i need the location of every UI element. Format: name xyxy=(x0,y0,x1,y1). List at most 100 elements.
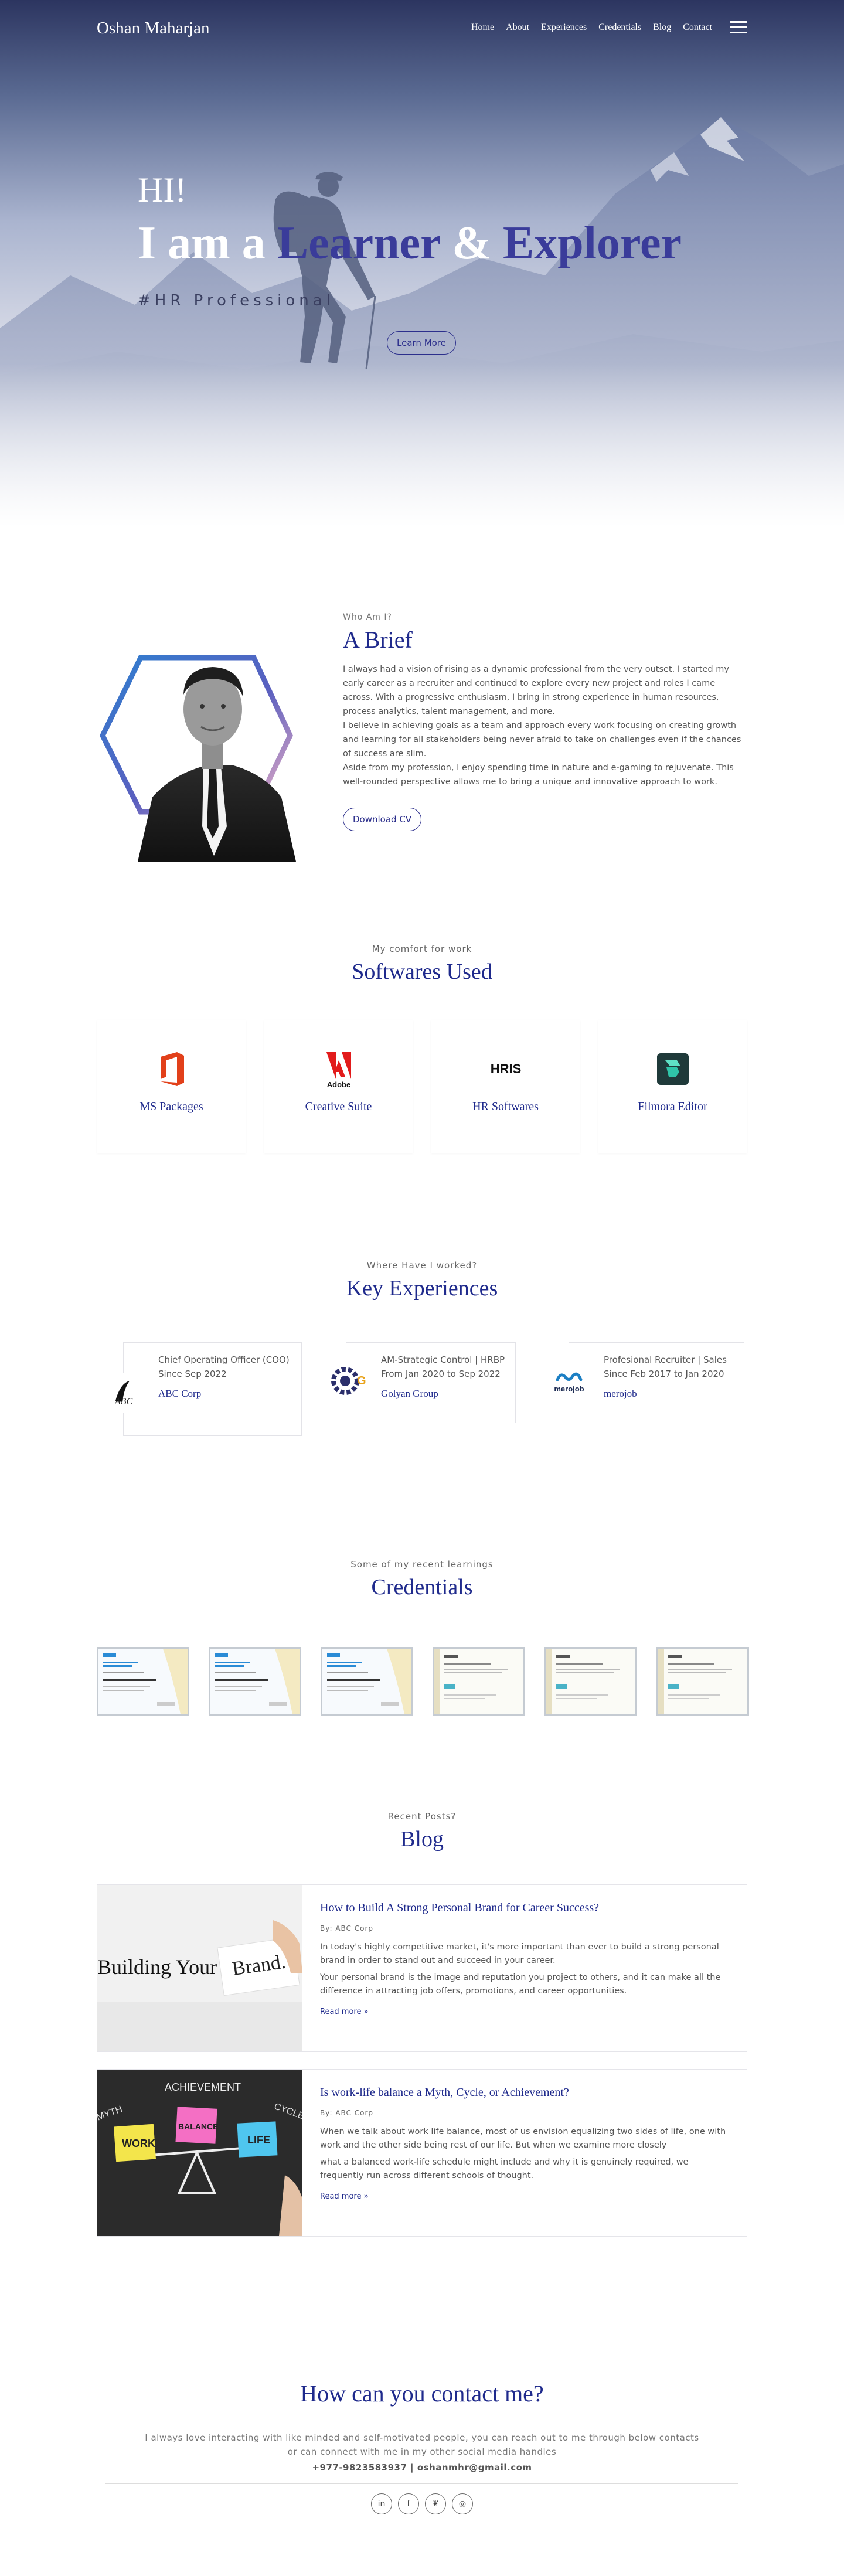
experience-period: Since Feb 2017 to Jan 2020 xyxy=(604,1369,724,1379)
software-label: MS Packages xyxy=(139,1100,203,1113)
nav-link-contact[interactable]: Contact xyxy=(683,22,712,33)
experience-company[interactable]: ABC Corp xyxy=(158,1387,293,1401)
linkedin-icon[interactable]: in xyxy=(371,2493,392,2514)
about-paragraph-2: I believe in achieving goals as a team a… xyxy=(343,721,741,758)
credentials-gallery xyxy=(97,1647,749,1716)
about-paragraph-3: Aside from my profession, I enjoy spendi… xyxy=(343,763,734,787)
experience-eyebrow: Where Have I worked? xyxy=(366,1260,478,1271)
software-section: My comfort for work Softwares Used MS Pa… xyxy=(0,914,844,1231)
credentials-section: Some of my recent learnings Credentials xyxy=(0,1530,844,1788)
blog-image-text-work: WORK xyxy=(122,2138,155,2149)
blog-post-body: Is work-life balance a Myth, Cycle, or A… xyxy=(320,2086,730,2201)
about-text: I always had a vision of rising as a dyn… xyxy=(343,662,741,789)
twitter-icon[interactable]: ❦ xyxy=(425,2493,446,2514)
experience-company[interactable]: merojob xyxy=(604,1387,738,1401)
experience-list: ABC Chief Operating Officer (COO) Since … xyxy=(97,1342,747,1459)
blog-post-excerpt-2: Your personal brand is the image and rep… xyxy=(320,1973,721,1996)
adobe-icon: Adobe xyxy=(326,1052,351,1089)
ms-office-icon xyxy=(160,1052,184,1086)
nav-link-experiences[interactable]: Experiences xyxy=(541,22,587,33)
contact-title: How can you contact me? xyxy=(300,2380,544,2407)
hero-tagline-prefix: I am a xyxy=(138,217,266,269)
certificate-thumbnail-5[interactable] xyxy=(544,1647,637,1716)
nav-link-credentials[interactable]: Credentials xyxy=(598,22,641,33)
facebook-icon[interactable]: f xyxy=(398,2493,419,2514)
brand-name[interactable]: Oshan Maharjan xyxy=(97,19,209,38)
blog-post-card: ACHIEVEMENT MYTH CYCLE WORK BALANCE LIFE… xyxy=(97,2069,747,2237)
software-card-hr-softwares[interactable]: HRIS HR Softwares xyxy=(431,1020,580,1153)
nav-link-about[interactable]: About xyxy=(506,22,529,33)
blog-post-author: By: ABC Corp xyxy=(320,1924,374,1932)
hris-logo-text: HRIS xyxy=(490,1061,521,1076)
software-label: Creative Suite xyxy=(305,1100,372,1113)
hamburger-icon[interactable] xyxy=(730,21,747,34)
nav-link-blog[interactable]: Blog xyxy=(653,22,671,33)
experience-period: From Jan 2020 to Sep 2022 xyxy=(381,1369,501,1379)
blog-post-image[interactable]: Brand. Building Your xyxy=(97,1885,302,2051)
experience-details: Profesional Recruiter | Sales Since Feb … xyxy=(604,1353,738,1401)
learn-more-button[interactable]: Learn More xyxy=(387,331,456,355)
blog-post-body: How to Build A Strong Personal Brand for… xyxy=(320,1901,730,2016)
merojob-logo-icon: merojob xyxy=(554,1372,584,1393)
contact-message-line-2: or can connect with me in my other socia… xyxy=(287,2446,557,2457)
blog-post-excerpt-1: In today's highly competitive market, it… xyxy=(320,1942,719,1965)
certificate-thumbnail-1[interactable] xyxy=(97,1647,189,1716)
blog-eyebrow: Recent Posts? xyxy=(387,1811,457,1822)
software-label: HR Softwares xyxy=(472,1100,539,1113)
certificate-thumbnail-4[interactable] xyxy=(433,1647,525,1716)
certificate-thumbnail-6[interactable] xyxy=(656,1647,749,1716)
adobe-logo-text: Adobe xyxy=(326,1080,350,1089)
contact-section: How can you contact me? I always love in… xyxy=(0,2318,844,2576)
contact-message: I always love interacting with like mind… xyxy=(0,2431,844,2459)
about-section: Who Am I? A Brief I always had a vision … xyxy=(0,528,844,914)
blog-post-title[interactable]: How to Build A Strong Personal Brand for… xyxy=(320,1901,730,1915)
hero-greeting: HI! xyxy=(138,171,187,209)
software-card-creative-suite[interactable]: Adobe Creative Suite xyxy=(264,1020,413,1153)
golyan-logo-icon: G xyxy=(331,1367,366,1395)
blog-post-title[interactable]: Is work-life balance a Myth, Cycle, or A… xyxy=(320,2086,730,2099)
experience-company[interactable]: Golyan Group xyxy=(381,1387,510,1401)
hero-tagline: I am a Learner & Explorer xyxy=(138,217,682,270)
instagram-icon[interactable]: ◎ xyxy=(452,2493,473,2514)
top-navbar: Oshan Maharjan Home About Experiences Cr… xyxy=(0,0,844,56)
read-more-link[interactable]: Read more » xyxy=(320,2192,369,2201)
software-card-filmora-editor[interactable]: Filmora Editor xyxy=(598,1020,747,1153)
blog-image-text-balance: BALANCE xyxy=(178,2122,218,2131)
hris-icon: HRIS xyxy=(490,1061,521,1076)
blog-post-image[interactable]: ACHIEVEMENT MYTH CYCLE WORK BALANCE LIFE xyxy=(97,2070,302,2236)
hero-word-learner: Learner xyxy=(277,217,441,269)
social-links: in f ❦ ◎ xyxy=(0,2493,844,2514)
blog-image-text-achievement: ACHIEVEMENT xyxy=(165,2081,241,2093)
svg-text:ABC: ABC xyxy=(114,1397,133,1407)
about-eyebrow: Who Am I? xyxy=(343,612,392,622)
nav-menu: Home About Experiences Credentials Blog … xyxy=(471,22,712,33)
portrait-image xyxy=(99,655,296,862)
hero-subtitle: #HR Professional xyxy=(138,292,335,309)
software-card-ms-packages[interactable]: MS Packages xyxy=(97,1020,246,1153)
experience-role: AM-Strategic Control | HRBP xyxy=(381,1355,505,1365)
filmora-icon xyxy=(656,1053,689,1085)
download-cv-button[interactable]: Download CV xyxy=(343,808,422,831)
credentials-eyebrow: Some of my recent learnings xyxy=(350,1559,494,1570)
hero-ampersand: & xyxy=(452,217,491,269)
blog-post-excerpt-2: what a balanced work-life schedule might… xyxy=(320,2158,689,2180)
read-more-link[interactable]: Read more » xyxy=(320,2007,369,2016)
certificate-thumbnail-3[interactable] xyxy=(321,1647,413,1716)
contact-message-line-1: I always love interacting with like mind… xyxy=(145,2432,699,2443)
certificate-thumbnail-2[interactable] xyxy=(209,1647,301,1716)
experience-role: Profesional Recruiter | Sales xyxy=(604,1355,727,1365)
hero-word-explorer: Explorer xyxy=(502,217,682,269)
blog-post-excerpt-1: When we talk about work life balance, mo… xyxy=(320,2127,726,2150)
contact-info[interactable]: +977-9823583937 | oshanmhr@gmail.com xyxy=(0,2462,844,2473)
nav-link-home[interactable]: Home xyxy=(471,22,494,33)
merojob-logo-text: merojob xyxy=(554,1384,584,1393)
experience-period: Since Sep 2022 xyxy=(158,1369,227,1379)
experience-role: Chief Operating Officer (COO) xyxy=(158,1355,290,1365)
experience-title: Key Experiences xyxy=(346,1276,498,1301)
blog-post-author: By: ABC Corp xyxy=(320,2109,374,2117)
about-paragraph-1: I always had a vision of rising as a dyn… xyxy=(343,665,729,716)
experience-details: Chief Operating Officer (COO) Since Sep … xyxy=(158,1353,293,1401)
blog-image-text-life: LIFE xyxy=(247,2134,270,2146)
software-cards: MS Packages Adobe Creative Suite HRIS HR… xyxy=(97,1020,747,1153)
blog-image-text-building: Building Your xyxy=(97,1955,217,1979)
